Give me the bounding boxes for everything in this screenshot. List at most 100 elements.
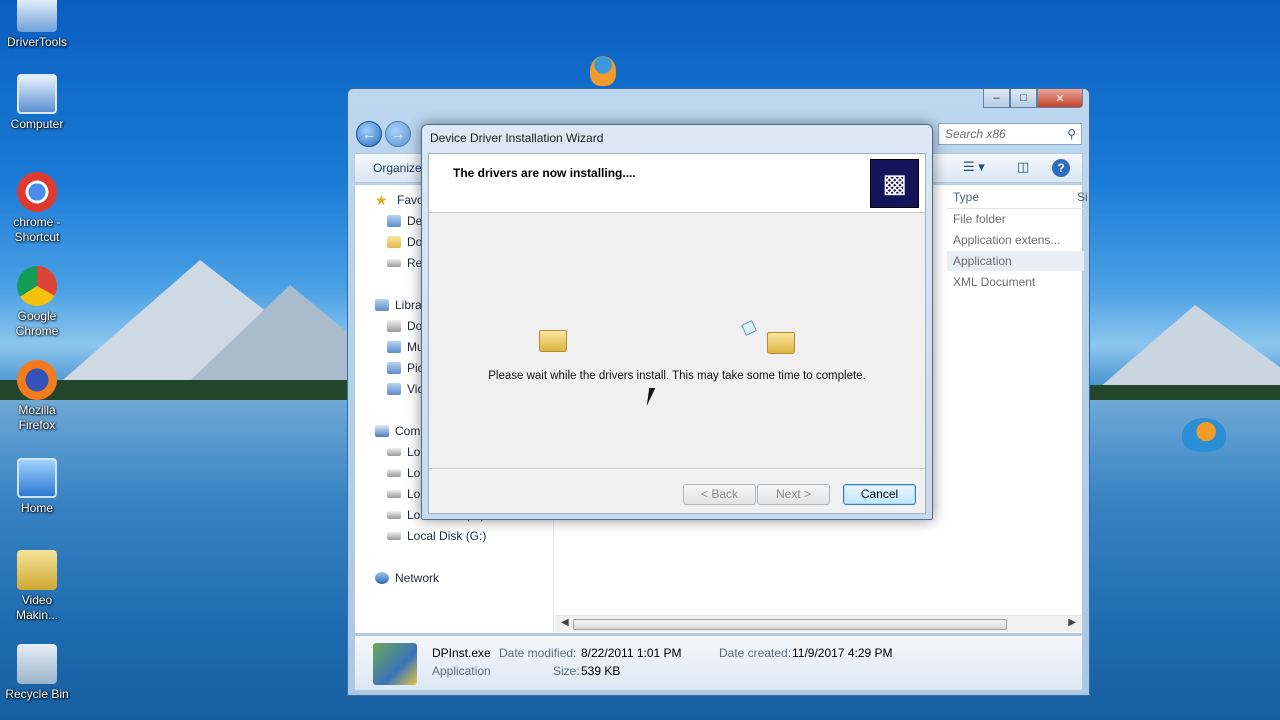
destination-folder-icon [767, 332, 795, 354]
file-row[interactable]: File folder [947, 209, 1084, 229]
view-options-icon[interactable]: ☰ ▾ [963, 159, 985, 175]
libraries-icon [375, 299, 389, 311]
forward-arrow-icon[interactable]: → [385, 121, 411, 147]
home-icon [17, 458, 57, 498]
close-button[interactable]: ✕ [1037, 89, 1083, 108]
desktop-icon-chrome-shortcut[interactable]: chrome - Shortcut [0, 172, 74, 245]
nav-pictures[interactable]: Pic [387, 358, 424, 378]
column-headers: Type Si [947, 185, 1088, 209]
desktop-icon-computer[interactable]: Computer [0, 74, 74, 132]
star-icon: ★ [375, 191, 388, 208]
column-size[interactable]: Si [1073, 190, 1088, 204]
desktop-icon-video-maker[interactable]: Video Makin... [0, 550, 74, 623]
nav-videos[interactable]: Vid [387, 379, 424, 399]
wallpaper-shore [1090, 385, 1280, 401]
nav-label: Local Disk (G:) [407, 529, 487, 543]
file-row[interactable]: XML Document [947, 272, 1084, 292]
computer-icon [375, 425, 389, 437]
google-chrome-icon [17, 266, 57, 306]
documents-icon [387, 320, 401, 332]
nav-network[interactable]: Network [375, 568, 439, 588]
wizard-body: The drivers are now installing.... ▩ Ple… [428, 153, 926, 514]
desktop-icon-label: Computer [10, 117, 64, 131]
help-icon[interactable]: ? [1052, 159, 1070, 177]
back-button[interactable]: < Back [683, 484, 756, 505]
nav-label: Network [395, 571, 440, 585]
scroll-left-icon[interactable]: ◀ [561, 617, 569, 628]
kingfisher-icon [1182, 418, 1226, 452]
drive-icon [387, 469, 401, 477]
file-type: Application extens... [953, 233, 1061, 247]
organize-button[interactable]: Organize [373, 161, 422, 175]
file-type: Application [953, 254, 1012, 268]
back-arrow-icon[interactable]: ← [356, 121, 382, 147]
nav-label: Com [395, 424, 421, 438]
desktop-icon-drivertools[interactable]: DriverTools [0, 0, 74, 50]
desktop-icon-google-chrome[interactable]: Google Chrome [0, 266, 74, 339]
chrome-shortcut-icon [17, 172, 57, 212]
dialog-title: Device Driver Installation Wizard [430, 131, 604, 145]
desktop-icon-home[interactable]: Home [0, 458, 74, 516]
application-file-icon [373, 643, 417, 685]
next-button[interactable]: Next > [757, 484, 830, 505]
size-label: Size: [553, 664, 580, 678]
music-icon [387, 341, 401, 353]
nav-desktop[interactable]: De [387, 211, 422, 231]
kingfisher-icon [590, 56, 616, 86]
window-controls: – □ ✕ [983, 89, 1083, 108]
file-name: DPInst.exe [432, 646, 491, 660]
hardware-install-icon: ▩ [870, 159, 919, 208]
details-pane: DPInst.exe Application Date modified: 8/… [354, 635, 1083, 691]
cancel-button[interactable]: Cancel [843, 484, 916, 505]
date-created-label: Date created: [719, 646, 792, 660]
wizard-header: The drivers are now installing.... ▩ [429, 154, 925, 213]
horizontal-scrollbar[interactable]: ◀ ▶ [555, 615, 1082, 632]
desktop-icon-label: DriverTools [6, 35, 67, 49]
nav-computer[interactable]: Com [375, 421, 420, 441]
desktop-icon-label: Video Makin... [15, 593, 58, 622]
nav-favorites[interactable]: ★ Favo [375, 190, 424, 210]
nav-documents[interactable]: Do [387, 316, 422, 336]
file-kind: Application [432, 664, 491, 678]
search-input[interactable]: Search x86 ⚲ [938, 123, 1082, 145]
video-maker-icon [17, 550, 57, 590]
search-placeholder: Search x86 [945, 127, 1006, 141]
date-modified-label: Date modified: [499, 646, 577, 660]
date-modified-value: 8/22/2011 1:01 PM [581, 646, 682, 660]
desktop-icon-label: Mozilla Firefox [18, 403, 56, 432]
date-created-value: 11/9/2017 4:29 PM [792, 646, 893, 660]
wizard-heading: The drivers are now installing.... [453, 166, 636, 180]
recent-places-icon [387, 259, 401, 267]
nav-downloads[interactable]: Do [387, 232, 422, 252]
videos-icon [387, 383, 401, 395]
file-type: XML Document [953, 275, 1036, 289]
desktop-icon-recycle-bin[interactable]: Recycle Bin [0, 644, 74, 702]
minimize-button[interactable]: – [983, 89, 1010, 108]
nav-music[interactable]: Mu [387, 337, 424, 357]
search-icon[interactable]: ⚲ [1067, 127, 1076, 141]
scroll-right-icon[interactable]: ▶ [1068, 617, 1076, 628]
drivertools-icon [17, 0, 57, 32]
column-type[interactable]: Type [953, 190, 979, 204]
nav-libraries[interactable]: Libra [375, 295, 422, 315]
driver-wizard-dialog: Device Driver Installation Wizard The dr… [421, 124, 933, 520]
nav-label: Favo [397, 193, 424, 207]
file-row[interactable]: Application [947, 251, 1084, 271]
desktop-icon-firefox[interactable]: Mozilla Firefox [0, 360, 74, 433]
network-icon [375, 572, 389, 584]
maximize-button[interactable]: □ [1010, 89, 1037, 108]
firefox-icon [17, 360, 57, 400]
nav-drive-g[interactable]: Local Disk (G:) [387, 526, 486, 546]
computer-icon [17, 74, 57, 114]
scrollbar-thumb[interactable] [573, 619, 1007, 630]
file-row[interactable]: Application extens... [947, 230, 1084, 250]
size-value: 539 KB [581, 664, 621, 678]
flying-document-icon [741, 320, 757, 336]
mouse-pointer-icon [646, 388, 662, 406]
preview-pane-icon[interactable]: ◫ [1017, 159, 1029, 175]
drive-icon [387, 532, 401, 540]
folder-icon [387, 236, 401, 248]
drive-icon [387, 490, 401, 498]
desktop-icon-label: Google Chrome [15, 309, 59, 338]
recycle-bin-icon [17, 644, 57, 684]
